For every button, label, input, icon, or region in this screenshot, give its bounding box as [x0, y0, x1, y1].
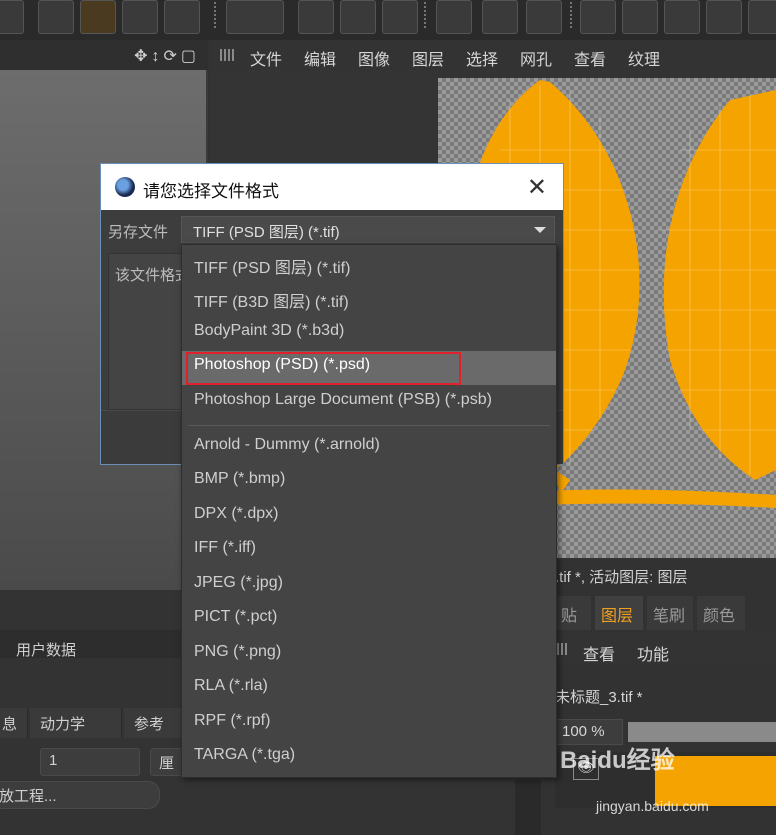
option-label: TARGA (*.tga) — [194, 746, 296, 763]
watermark-url: jingyan.baidu.com — [596, 798, 709, 814]
menu-mesh[interactable]: 网孔 — [520, 46, 552, 70]
viewport-header: ✥↕⟳▢ — [0, 40, 208, 70]
tab-dynamics[interactable]: 动力学 — [30, 708, 122, 738]
projection-icon[interactable] — [340, 0, 376, 34]
format-option-targa[interactable]: TARGA (*.tga) — [182, 741, 556, 775]
option-label: Photoshop Large Document (PSB) (*.psb) — [194, 391, 492, 408]
grip-icon — [557, 643, 569, 655]
menu-view[interactable]: 查看 — [574, 46, 606, 70]
option-label: BMP (*.bmp) — [194, 470, 286, 487]
orange-cube-icon[interactable] — [80, 0, 116, 34]
layer-icon[interactable] — [382, 0, 418, 34]
tab-user-data[interactable]: 用户数据 — [16, 639, 76, 660]
menu-select[interactable]: 选择 — [466, 46, 498, 70]
save-as-label: 另存文件 — [108, 224, 169, 241]
format-option-psb[interactable]: Photoshop Large Document (PSB) (*.psb) — [182, 386, 556, 420]
transform-icon[interactable] — [580, 0, 616, 34]
menu-texture[interactable]: 纹理 — [628, 46, 660, 70]
texture-menu-bar: 文件 编辑 图像 图层 选择 网孔 查看 纹理 — [210, 40, 776, 70]
info-box: 该文件格式 — [108, 253, 183, 410]
cube-icon[interactable] — [122, 0, 158, 34]
info-text: 该文件格式 — [115, 267, 183, 284]
project-button[interactable]: 放工程... — [0, 781, 160, 809]
tab-layers[interactable]: 图层 — [595, 596, 643, 630]
checker-cube-icon[interactable] — [0, 0, 24, 34]
format-dropdown-list: TIFF (PSD 图层) (*.tif) TIFF (B3D 图层) (*.t… — [181, 244, 557, 778]
option-label: IFF (*.iff) — [194, 539, 256, 556]
format-option-jpeg[interactable]: JPEG (*.jpg) — [182, 569, 556, 603]
option-label: TIFF (B3D 图层) (*.tif) — [194, 294, 349, 311]
transform-icon[interactable] — [622, 0, 658, 34]
option-label: PICT (*.pct) — [194, 608, 278, 625]
menu-edit[interactable]: 编辑 — [304, 46, 336, 70]
menu-file[interactable]: 文件 — [250, 46, 282, 70]
highlight-box — [186, 352, 461, 385]
option-label: PNG (*.png) — [194, 643, 282, 660]
right-tabs: 贴图 图层 笔刷 颜色 — [555, 596, 776, 649]
paint-tool-icon[interactable] — [298, 0, 334, 34]
watermark-logo: Baidu经验 — [560, 747, 675, 774]
dialog-titlebar: 请您选择文件格式 ✕ — [101, 164, 563, 210]
option-label: Arnold - Dummy (*.arnold) — [194, 436, 380, 453]
close-icon[interactable]: ✕ — [527, 173, 547, 202]
option-label: BodyPaint 3D (*.b3d) — [194, 322, 345, 339]
format-option-tiff-b3d[interactable]: TIFF (B3D 图层) (*.tif) — [182, 283, 556, 317]
chevron-down-icon — [534, 227, 546, 233]
format-option-rpf[interactable]: RPF (*.rpf) — [182, 707, 556, 741]
document-name: 未标题_3.tif * — [555, 689, 643, 706]
toolbar-separator — [570, 2, 572, 30]
dialog-title: 请您选择文件格式 — [143, 182, 279, 201]
menu-functions[interactable]: 功能 — [637, 641, 669, 665]
format-option-bmp[interactable]: BMP (*.bmp) — [182, 465, 556, 499]
unit-button[interactable]: 厘 — [150, 748, 184, 776]
zoom-slider[interactable] — [628, 722, 776, 742]
tab-reference[interactable]: 参考 — [124, 708, 182, 738]
scrollbar[interactable] — [515, 780, 541, 835]
menu-image[interactable]: 图像 — [358, 46, 390, 70]
status-line: .tif *, 活动图层: 图层 — [555, 569, 688, 586]
tab-info[interactable]: 息 — [0, 708, 28, 738]
tab-brushes[interactable]: 笔刷 — [647, 596, 693, 630]
option-label: RPF (*.rpf) — [194, 712, 271, 729]
render-settings-icon[interactable] — [226, 0, 284, 34]
dropdown-divider — [188, 425, 550, 426]
value-field[interactable]: 1 — [40, 748, 140, 776]
menu-view-layers[interactable]: 查看 — [583, 641, 615, 665]
format-option-psd[interactable]: Photoshop (PSD) (*.psd) — [182, 351, 556, 385]
texture-icon[interactable] — [436, 0, 472, 34]
toolbar-separator — [424, 2, 426, 30]
toolbar-separator — [214, 2, 216, 30]
option-label: JPEG (*.jpg) — [194, 574, 283, 591]
layers-menu: 查看 功能 — [555, 632, 776, 666]
format-option-pict[interactable]: PICT (*.pct) — [182, 603, 556, 637]
viewport-nav-icons[interactable]: ✥↕⟳▢ — [134, 46, 200, 66]
transform-icon[interactable] — [664, 0, 700, 34]
format-option-rla[interactable]: RLA (*.rla) — [182, 672, 556, 706]
top-toolbar — [0, 0, 776, 40]
cinema4d-logo-icon — [115, 177, 135, 197]
close-texture-icon[interactable] — [526, 0, 562, 34]
tab-colors[interactable]: 颜色 — [697, 596, 745, 630]
option-label: TIFF (PSD 图层) (*.tif) — [194, 260, 351, 277]
format-option-arnold[interactable]: Arnold - Dummy (*.arnold) — [182, 431, 556, 465]
transform-icon[interactable] — [706, 0, 742, 34]
menu-layer[interactable]: 图层 — [412, 46, 444, 70]
tab-texture-map[interactable]: 贴图 — [555, 596, 591, 649]
option-label: RLA (*.rla) — [194, 677, 268, 694]
option-label: DPX (*.dpx) — [194, 505, 279, 522]
format-option-png[interactable]: PNG (*.png) — [182, 638, 556, 672]
cube-icon[interactable] — [164, 0, 200, 34]
format-option-dpx[interactable]: DPX (*.dpx) — [182, 500, 556, 534]
format-option-tiff-psd[interactable]: TIFF (PSD 图层) (*.tif) — [182, 249, 556, 283]
format-option-iff[interactable]: IFF (*.iff) — [182, 534, 556, 568]
grip-icon — [220, 49, 234, 61]
format-select-value: TIFF (PSD 图层) (*.tif) — [193, 224, 340, 241]
transform-icon[interactable] — [748, 0, 776, 34]
format-select[interactable]: TIFF (PSD 图层) (*.tif) — [181, 216, 555, 243]
cube-icon[interactable] — [38, 0, 74, 34]
grid-icon[interactable] — [482, 0, 518, 34]
format-option-b3d[interactable]: BodyPaint 3D (*.b3d) — [182, 317, 556, 351]
